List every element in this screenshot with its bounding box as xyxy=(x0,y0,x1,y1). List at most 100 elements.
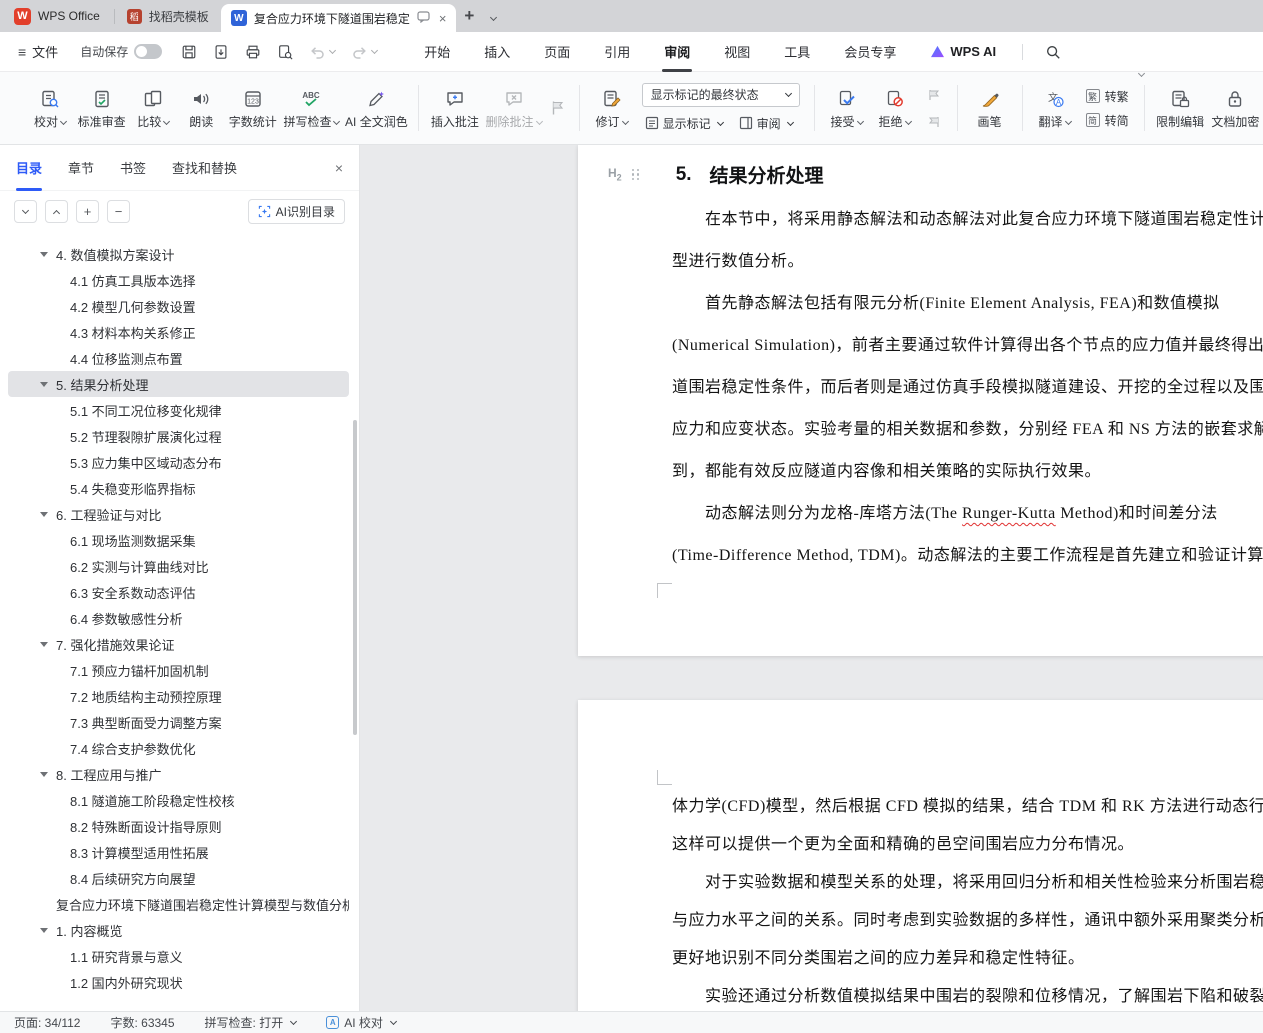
insert-comment-button[interactable]: 插入批注 xyxy=(427,82,482,134)
sidebar-scrollbar[interactable] xyxy=(353,420,357,735)
heading-text[interactable]: 结果分析处理 xyxy=(710,161,824,188)
spell-error-text[interactable]: Runger-Kutta xyxy=(962,505,1056,522)
toc-item[interactable]: 4.2 模型几何参数设置 xyxy=(8,293,349,319)
menu-item-4[interactable]: 审阅 xyxy=(664,42,690,61)
expand-arrow-icon[interactable] xyxy=(40,252,48,257)
toc-item[interactable]: 8. 工程应用与推广 xyxy=(8,761,349,787)
doc-line[interactable]: 首先静态解法包括有限元分析(Finite Element Analysis, F… xyxy=(672,283,1263,325)
print-preview-button[interactable] xyxy=(274,41,296,63)
toc-item[interactable]: 6.2 实测与计算曲线对比 xyxy=(8,553,349,579)
wps-home-tab[interactable]: W WPS Office xyxy=(0,0,114,32)
undo-button[interactable] xyxy=(306,42,338,62)
comment-navigate-button[interactable] xyxy=(545,95,571,121)
expand-arrow-icon[interactable] xyxy=(40,928,48,933)
ai-polish-button[interactable]: AI 全文润色 xyxy=(342,82,410,134)
status-word-count[interactable]: 字数: 63345 xyxy=(110,1014,174,1031)
toc-item[interactable]: 4.3 材料本构关系修正 xyxy=(8,319,349,345)
to-simplified-button[interactable]: 简 转简 xyxy=(1083,111,1132,130)
group-more-chevron[interactable] xyxy=(1137,69,1146,78)
marks-state-dropdown[interactable]: 显示标记的最终状态 xyxy=(641,82,800,107)
read-aloud-button[interactable]: 朗读 xyxy=(177,82,225,134)
expand-arrow-icon[interactable] xyxy=(40,382,48,387)
status-page-info[interactable]: 页面: 34/112 xyxy=(14,1014,80,1031)
toc-item[interactable]: 6.3 安全系数动态评估 xyxy=(8,579,349,605)
pane-close-icon[interactable]: × xyxy=(335,160,343,176)
tab-close-icon[interactable]: × xyxy=(439,12,447,25)
translate-button[interactable]: 文A 翻译 xyxy=(1031,82,1079,134)
print-button[interactable] xyxy=(242,41,264,63)
menu-item-6[interactable]: 工具 xyxy=(784,42,810,61)
export-pdf-button[interactable] xyxy=(210,41,232,63)
doc-line[interactable]: 与应力水平之间的关系。同时考虑到实验数据的多样性，通讯中额外采用聚类分析法 xyxy=(672,902,1263,940)
expand-all-button[interactable]: + xyxy=(76,199,99,223)
toc-item[interactable]: 7.1 预应力锚杆加固机制 xyxy=(8,657,349,683)
expand-arrow-icon[interactable] xyxy=(40,642,48,647)
toc-item[interactable]: 7. 强化措施效果论证 xyxy=(8,631,349,657)
ai-proofread-toggle[interactable]: A AI 校对 xyxy=(326,1014,397,1031)
accept-revision-button[interactable]: 接受 xyxy=(823,82,871,134)
doc-line[interactable]: (Numerical Simulation)，前者主要通过软件计算得出各个节点的… xyxy=(672,325,1263,367)
collapse-all-button[interactable]: − xyxy=(107,199,130,223)
previous-revision-button[interactable] xyxy=(923,84,945,106)
toc-item[interactable]: 复合应力环境下隧道围岩稳定性计算模型与数值分析... xyxy=(8,891,349,917)
wps-ai-button[interactable]: WPS AI xyxy=(930,44,996,59)
tab-list-chevron[interactable] xyxy=(482,9,502,24)
file-menu-button[interactable]: ≡ 文件 xyxy=(0,42,70,61)
redo-button[interactable] xyxy=(348,42,380,62)
toc-item[interactable]: 1.2 国内外研究现状 xyxy=(8,969,349,995)
proofread-button[interactable]: 校对 xyxy=(26,82,74,134)
expand-arrow-icon[interactable] xyxy=(40,512,48,517)
toc-item[interactable]: 7.3 典型断面受力调整方案 xyxy=(8,709,349,735)
toc-item[interactable]: 6.4 参数敏感性分析 xyxy=(8,605,349,631)
heading-number[interactable]: 5. xyxy=(676,164,692,186)
tab-bookmarks[interactable]: 书签 xyxy=(120,158,146,177)
chevron-down-button[interactable] xyxy=(14,199,37,223)
doc-line[interactable]: 应力和应变状态。实验考量的相关数据和参数，分别经 FEA 和 NS 方法的嵌套求… xyxy=(672,409,1263,451)
save-button[interactable] xyxy=(178,41,200,63)
document-tab[interactable]: W 复合应力环境下隧道围岩稳定 × xyxy=(220,4,457,32)
toc-item[interactable]: 4.1 仿真工具版本选择 xyxy=(8,267,349,293)
toc-item[interactable]: 1.1 研究背景与意义 xyxy=(8,943,349,969)
standard-review-button[interactable]: 标准审查 xyxy=(74,82,129,134)
toc-item[interactable]: 8.1 隧道施工阶段稳定性校核 xyxy=(8,787,349,813)
search-icon[interactable] xyxy=(1045,44,1061,60)
doc-line[interactable]: 型进行数值分析。 xyxy=(672,241,1263,283)
doc-line[interactable]: 实验还通过分析数值模拟结果中围岩的裂隙和位移情况，了解围岩下陷和破裂的 xyxy=(672,978,1263,1011)
toc-item[interactable]: 6. 工程验证与对比 xyxy=(8,501,349,527)
docer-template-tab[interactable]: 稻 找稻壳模板 xyxy=(115,0,221,32)
tab-sections[interactable]: 章节 xyxy=(68,158,94,177)
toc-item[interactable]: 5.3 应力集中区域动态分布 xyxy=(8,449,349,475)
tab-find-replace[interactable]: 查找和替换 xyxy=(172,158,237,177)
show-marks-button[interactable]: 显示标记 xyxy=(642,113,726,134)
doc-line[interactable]: 对于实验数据和模型关系的处理，将采用回归分析和相关性检验来分析围岩稳定 xyxy=(672,864,1263,902)
toc-item[interactable]: 8.3 计算模型适用性拓展 xyxy=(8,839,349,865)
delete-comment-button[interactable]: 删除批注 xyxy=(482,82,544,134)
doc-line[interactable]: 在本节中，将采用静态解法和动态解法对此复合应力环境下隧道围岩稳定性计算模 xyxy=(672,199,1263,241)
doc-line[interactable]: 体力学(CFD)模型，然后根据 CFD 模拟的结果，结合 TDM 和 RK 方法… xyxy=(672,788,1263,826)
toc-item[interactable]: 4. 数值模拟方案设计 xyxy=(8,241,349,267)
doc-line[interactable]: 道围岩稳定性条件，而后者则是通过仿真手段模拟隧道建设、开挖的全过程以及围岩的 xyxy=(672,367,1263,409)
menu-item-7[interactable]: 会员专享 xyxy=(844,42,896,61)
toc-item[interactable]: 7.2 地质结构主动预控原理 xyxy=(8,683,349,709)
toc-item[interactable]: 8.2 特殊断面设计指导原则 xyxy=(8,813,349,839)
new-tab-button[interactable]: + xyxy=(456,6,482,26)
word-count-button[interactable]: 123 字数统计 xyxy=(225,82,280,134)
comment-bubble-icon[interactable] xyxy=(417,10,430,26)
doc-line[interactable]: 到，都能有效反应隧道内容像和相关策略的实际执行效果。 xyxy=(672,451,1263,493)
doc-line[interactable]: 这样可以提供一个更为全面和精确的邑空间围岩应力分布情况。 xyxy=(672,826,1263,864)
chevron-up-button[interactable] xyxy=(45,199,68,223)
menu-item-2[interactable]: 页面 xyxy=(544,42,570,61)
toc-item[interactable]: 1. 内容概览 xyxy=(8,917,349,943)
compare-button[interactable]: 比较 xyxy=(129,82,177,134)
menu-item-5[interactable]: 视图 xyxy=(724,42,750,61)
doc-line[interactable]: 动态解法则分为龙格-库塔方法(The Runger-Kutta Method)和… xyxy=(672,493,1263,535)
autosave-control[interactable]: 自动保存 xyxy=(80,43,163,60)
restrict-edit-button[interactable]: 限制编辑 xyxy=(1153,82,1208,134)
toc-item[interactable]: 4.4 位移监测点布置 xyxy=(8,345,349,371)
menu-item-3[interactable]: 引用 xyxy=(604,42,630,61)
spell-check-button[interactable]: ABC 拼写检查 xyxy=(280,82,342,134)
spell-check-toggle[interactable]: 拼写检查: 打开 xyxy=(205,1014,298,1031)
toc-item[interactable]: 6.1 现场监测数据采集 xyxy=(8,527,349,553)
menu-item-0[interactable]: 开始 xyxy=(424,42,450,61)
autosave-toggle[interactable] xyxy=(134,44,163,59)
